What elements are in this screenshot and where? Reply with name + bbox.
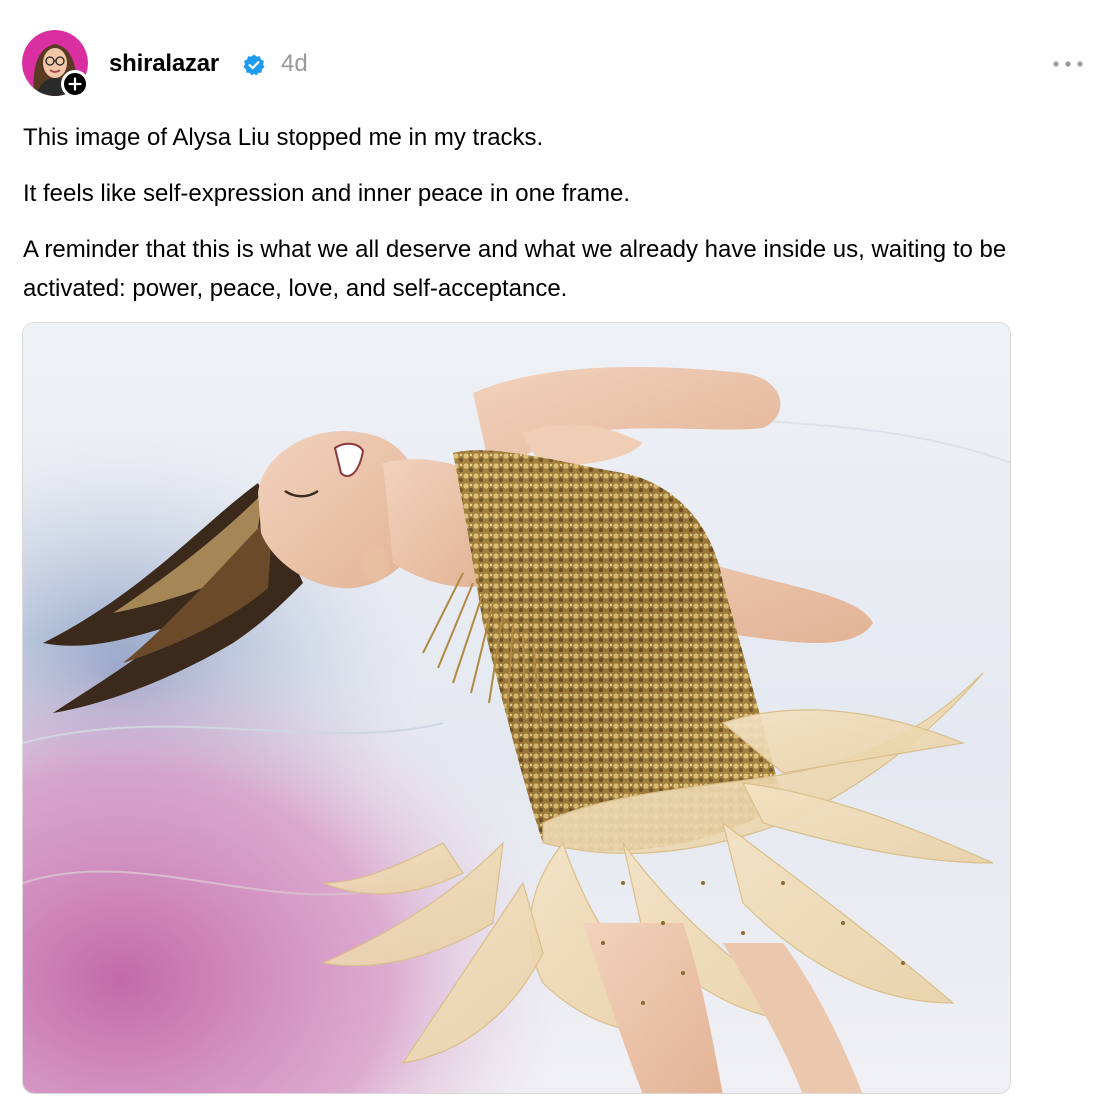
follow-button[interactable] (61, 70, 89, 98)
threads-post: shiralazar 4d This image of Alysa Liu st… (0, 0, 1100, 1096)
author-username[interactable]: shiralazar (109, 48, 219, 80)
more-options-button[interactable] (1048, 50, 1088, 78)
post-timestamp[interactable]: 4d (281, 48, 308, 80)
verified-badge-icon (243, 54, 265, 76)
post-text-paragraph-2: It feels like self-expression and inner … (23, 180, 630, 207)
plus-icon (68, 77, 82, 91)
more-horizontal-icon (1053, 61, 1083, 67)
post-text-paragraph-1: This image of Alysa Liu stopped me in my… (23, 124, 544, 151)
post-image[interactable] (22, 322, 1011, 1094)
figure-skating-photo (23, 323, 1010, 1093)
author-avatar[interactable] (22, 30, 89, 98)
post-text-paragraph-3: A reminder that this is what we all dese… (23, 236, 1007, 302)
